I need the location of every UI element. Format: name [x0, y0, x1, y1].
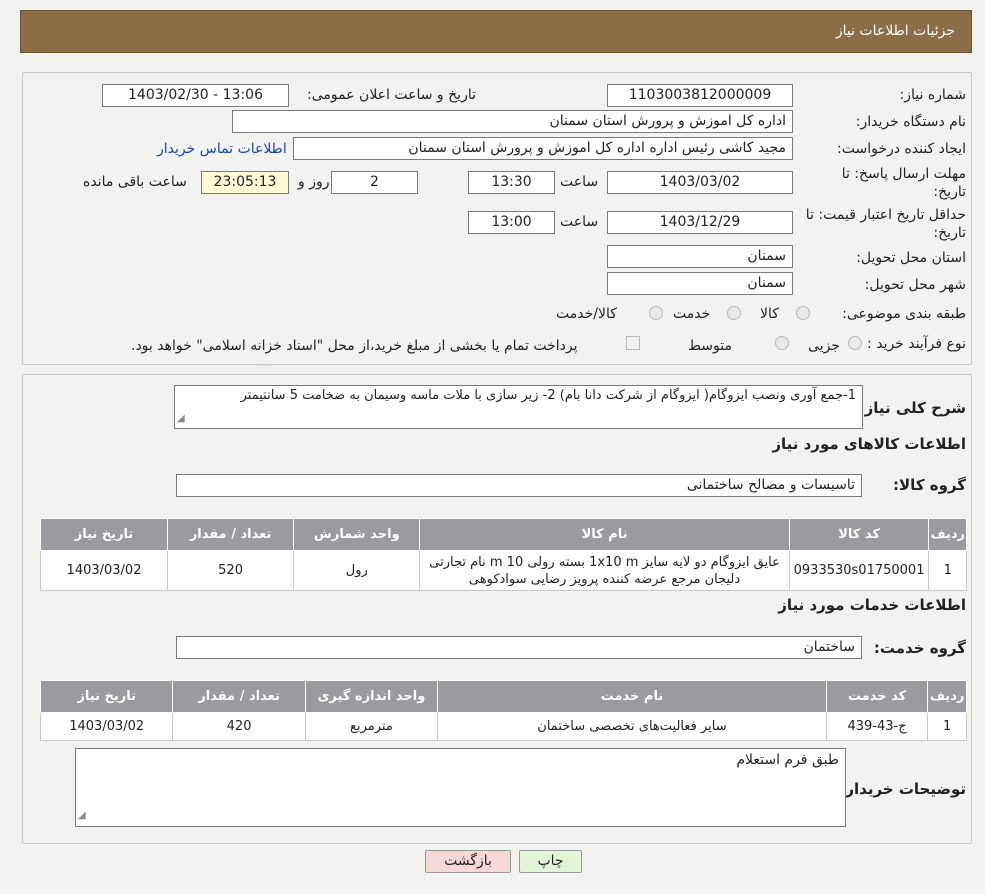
cell-date: 1403/03/02	[39, 712, 174, 741]
goods-table: ردیف کد کالا نام کالا واحد شمارش تعداد /…	[39, 518, 967, 591]
goods-group-label: گروه کالا:	[893, 476, 966, 494]
details-panel: شرح کلی نیاز: 1-جمع آوری ونصب ایزوگام( ا…	[22, 374, 972, 844]
col-qty: تعداد / مقدار	[172, 680, 306, 713]
info-panel: شماره نیاز: 1103003812000009 تاریخ و ساع…	[22, 72, 972, 365]
process-option-minor: جزیی	[808, 338, 840, 354]
need-number-label: شماره نیاز:	[899, 87, 967, 103]
deadline-label: مهلت ارسال پاسخ: تا	[841, 166, 966, 182]
resize-grip-icon[interactable]: ◢	[177, 411, 185, 427]
category-radio-goods-service[interactable]	[649, 306, 663, 320]
buyer-notes-label: توضیحات خریدار:	[839, 780, 966, 798]
table-row: 1 0933530s01750001 عایق ایزوگام دو لایه …	[39, 550, 967, 591]
cell-qty: 520	[167, 550, 295, 591]
province-label: استان محل تحویل:	[856, 250, 966, 266]
validity-date-field: 1403/12/29	[607, 211, 793, 234]
city-field: سمنان	[607, 272, 793, 295]
cell-unit: مترمربع	[304, 712, 439, 741]
category-option-goods-service: کالا/خدمت	[556, 306, 617, 322]
buyer-org-field: اداره کل اموزش و پرورش استان سمنان	[232, 110, 793, 133]
validity-time-field: 13:00	[468, 211, 555, 234]
services-section-title: اطلاعات خدمات مورد نیاز	[778, 596, 966, 614]
city-label: شهر محل تحویل:	[864, 277, 966, 293]
buyer-notes-text: طبق فرم استعلام	[736, 752, 839, 768]
contact-info-link[interactable]: اطلاعات تماس خریدار	[157, 141, 287, 157]
province-field: سمنان	[607, 245, 793, 268]
col-qty: تعداد / مقدار	[167, 518, 295, 551]
process-radio-minor[interactable]	[848, 336, 862, 350]
buyer-notes-textarea[interactable]: طبق فرم استعلام ◢	[75, 748, 846, 827]
category-label: طبقه بندی موضوعی:	[842, 306, 966, 322]
col-date: تاریخ نیاز	[39, 680, 174, 713]
creator-label: ایجاد کننده درخواست:	[837, 141, 966, 157]
col-code: کد خدمت	[825, 680, 929, 713]
cell-row: 1	[927, 712, 967, 741]
process-radio-medium[interactable]	[775, 336, 789, 350]
process-option-medium: متوسط	[688, 338, 732, 354]
deadline-time-label: ساعت	[560, 174, 599, 190]
deadline-time-field: 13:30	[468, 171, 555, 194]
services-table: ردیف کد خدمت نام خدمت واحد اندازه گیری ت…	[39, 680, 967, 741]
cell-unit: رول	[293, 550, 421, 591]
goods-table-header: ردیف کد کالا نام کالا واحد شمارش تعداد /…	[39, 518, 967, 551]
page-header: جزئیات اطلاعات نیاز	[20, 10, 972, 53]
need-number-field: 1103003812000009	[607, 84, 793, 107]
print-button[interactable]: چاپ	[519, 850, 582, 873]
cell-qty: 420	[172, 712, 306, 741]
deadline-date-field: 1403/03/02	[607, 171, 793, 194]
treasury-checkbox[interactable]	[626, 336, 640, 350]
process-type-label: نوع فرآیند خرید :	[867, 336, 966, 352]
category-option-service: خدمت	[673, 306, 711, 322]
category-radio-service[interactable]	[727, 306, 741, 320]
back-button[interactable]: بازگشت	[425, 850, 511, 873]
col-unit: واحد شمارش	[293, 518, 421, 551]
general-desc-textarea[interactable]: 1-جمع آوری ونصب ایزوگام( ایزوگام از شرکت…	[174, 385, 863, 429]
validity-label-date: تاریخ:	[933, 225, 966, 241]
resize-grip-icon[interactable]: ◢	[78, 807, 86, 825]
col-date: تاریخ نیاز	[39, 518, 169, 551]
payment-note: پرداخت تمام یا بخشی از مبلغ خرید،از محل …	[131, 338, 578, 354]
time-remaining-field: 23:05:13	[201, 171, 289, 194]
time-remaining-label: ساعت باقی مانده	[83, 174, 187, 190]
goods-section-title: اطلاعات کالاهای مورد نیاز	[772, 435, 966, 453]
col-row: ردیف	[928, 518, 967, 551]
col-name: نام کالا	[419, 518, 790, 551]
category-radio-goods[interactable]	[796, 306, 810, 320]
general-desc-label: شرح کلی نیاز:	[858, 399, 966, 417]
col-unit: واحد اندازه گیری	[304, 680, 439, 713]
cell-row: 1	[928, 550, 967, 591]
page-title: جزئیات اطلاعات نیاز	[835, 23, 955, 39]
col-row: ردیف	[927, 680, 967, 713]
col-name: نام خدمت	[437, 680, 827, 713]
goods-group-field: تاسیسات و مصالح ساختمانی	[176, 474, 862, 497]
validity-time-label: ساعت	[560, 214, 599, 230]
cell-code: ج-43-439	[825, 712, 929, 741]
validity-label: حداقل تاریخ اعتبار قیمت: تا	[805, 207, 966, 223]
cell-date: 1403/03/02	[39, 550, 169, 591]
days-label: روز و	[298, 174, 330, 190]
service-group-field: ساختمان	[176, 636, 862, 659]
col-code: کد کالا	[788, 518, 930, 551]
creator-field: مجید کاشی رئیس اداره اداره کل اموزش و پر…	[293, 137, 793, 160]
general-desc-text: 1-جمع آوری ونصب ایزوگام( ایزوگام از شرکت…	[240, 388, 856, 403]
table-row: 1 ج-43-439 سایر فعالیت‌های تخصصی ساختمان…	[39, 712, 967, 741]
cell-name: سایر فعالیت‌های تخصصی ساختمان	[437, 712, 827, 741]
days-remaining-field: 2	[331, 171, 418, 194]
buyer-org-label: نام دستگاه خریدار:	[855, 114, 966, 130]
cell-name: عایق ایزوگام دو لایه سایز 1x10 m بسته رو…	[419, 550, 790, 591]
announce-datetime-field: 1403/02/30 - 13:06	[102, 84, 289, 107]
service-group-label: گروه خدمت:	[873, 639, 966, 657]
cell-code: 0933530s01750001	[788, 550, 930, 591]
services-table-header: ردیف کد خدمت نام خدمت واحد اندازه گیری ت…	[39, 680, 967, 713]
category-option-goods: کالا	[760, 306, 779, 322]
deadline-label-date: تاریخ:	[933, 184, 966, 200]
announce-label: تاریخ و ساعت اعلان عمومی:	[307, 87, 476, 103]
